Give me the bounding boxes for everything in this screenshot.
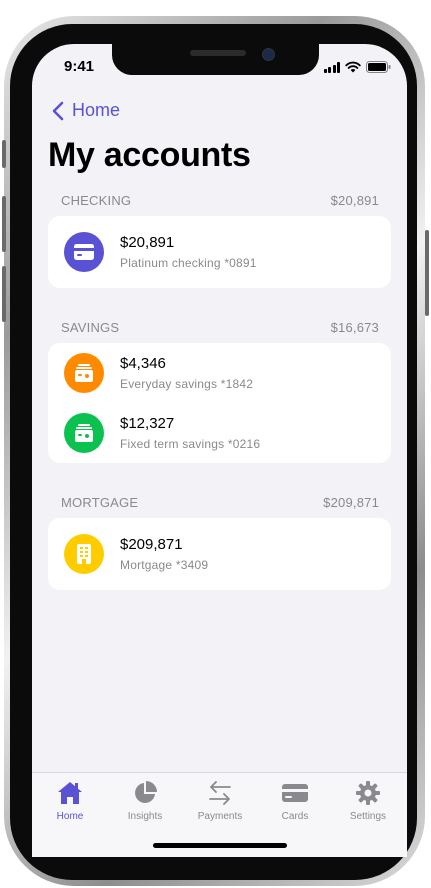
section-header-checking: CHECKING $20,891 bbox=[61, 193, 379, 208]
section-header-savings: SAVINGS $16,673 bbox=[61, 320, 379, 335]
tab-settings[interactable]: Settings bbox=[338, 781, 398, 822]
cellular-signal-icon bbox=[323, 61, 340, 73]
pie-chart-icon bbox=[135, 781, 157, 803]
tab-insights[interactable]: Insights bbox=[115, 781, 175, 822]
section-label: MORTGAGE bbox=[61, 495, 139, 510]
section-header-mortgage: MORTGAGE $209,871 bbox=[61, 495, 379, 510]
section-label: CHECKING bbox=[61, 193, 132, 208]
back-label: Home bbox=[72, 100, 121, 120]
home-icon bbox=[58, 782, 82, 804]
front-camera bbox=[262, 48, 275, 61]
checking-card: $20,891 Platinum checking *0891 bbox=[48, 216, 391, 288]
battery-icon bbox=[366, 61, 391, 73]
account-row-everyday-savings[interactable]: $4,346 Everyday savings *1842 bbox=[64, 353, 374, 393]
account-name: Everyday savings *1842 bbox=[120, 377, 254, 391]
credit-card-icon bbox=[64, 232, 104, 272]
home-indicator[interactable] bbox=[153, 843, 287, 848]
notch bbox=[112, 44, 319, 75]
section-total: $209,871 bbox=[323, 495, 379, 510]
tab-label: Home bbox=[56, 811, 84, 822]
section-label: SAVINGS bbox=[61, 320, 120, 335]
account-name: Platinum checking *0891 bbox=[120, 256, 257, 270]
section-total: $16,673 bbox=[330, 320, 379, 335]
account-name: Mortgage *3409 bbox=[120, 558, 209, 572]
volume-up-button bbox=[2, 196, 6, 252]
tab-label: Settings bbox=[349, 811, 387, 822]
tab-cards[interactable]: Cards bbox=[265, 781, 325, 822]
account-row-platinum-checking[interactable]: $20,891 Platinum checking *0891 bbox=[64, 232, 374, 272]
mute-switch bbox=[2, 140, 6, 168]
tab-payments[interactable]: Payments bbox=[190, 781, 250, 822]
mortgage-card: $209,871 Mortgage *3409 bbox=[48, 518, 391, 590]
power-button bbox=[425, 230, 429, 316]
chevron-left-icon bbox=[52, 101, 64, 120]
volume-down-button bbox=[2, 266, 6, 322]
savings-box-icon bbox=[64, 353, 104, 393]
savings-box-icon bbox=[64, 413, 104, 453]
transfer-arrows-icon bbox=[209, 781, 231, 805]
speaker bbox=[190, 50, 246, 56]
building-icon bbox=[64, 534, 104, 574]
account-balance: $20,891 bbox=[120, 234, 175, 251]
page-title: My accounts bbox=[48, 136, 251, 174]
account-balance: $12,327 bbox=[120, 415, 175, 432]
status-icons bbox=[323, 61, 392, 73]
tab-label: Insights bbox=[127, 811, 163, 822]
status-time: 9:41 bbox=[64, 58, 95, 75]
savings-card: $4,346 Everyday savings *1842 $12,327 Fi… bbox=[48, 343, 391, 463]
account-row-fixed-term-savings[interactable]: $12,327 Fixed term savings *0216 bbox=[64, 413, 374, 453]
wifi-icon bbox=[345, 61, 361, 73]
account-balance: $4,346 bbox=[120, 355, 166, 372]
tab-label: Payments bbox=[197, 811, 243, 822]
gear-icon bbox=[356, 781, 380, 805]
tab-label: Cards bbox=[281, 811, 309, 822]
credit-card-icon bbox=[282, 784, 308, 802]
account-balance: $209,871 bbox=[120, 536, 183, 553]
tab-home[interactable]: Home bbox=[40, 781, 100, 822]
account-row-mortgage[interactable]: $209,871 Mortgage *3409 bbox=[64, 534, 374, 574]
account-name: Fixed term savings *0216 bbox=[120, 437, 261, 451]
section-total: $20,891 bbox=[330, 193, 379, 208]
back-button[interactable]: Home bbox=[52, 100, 120, 121]
